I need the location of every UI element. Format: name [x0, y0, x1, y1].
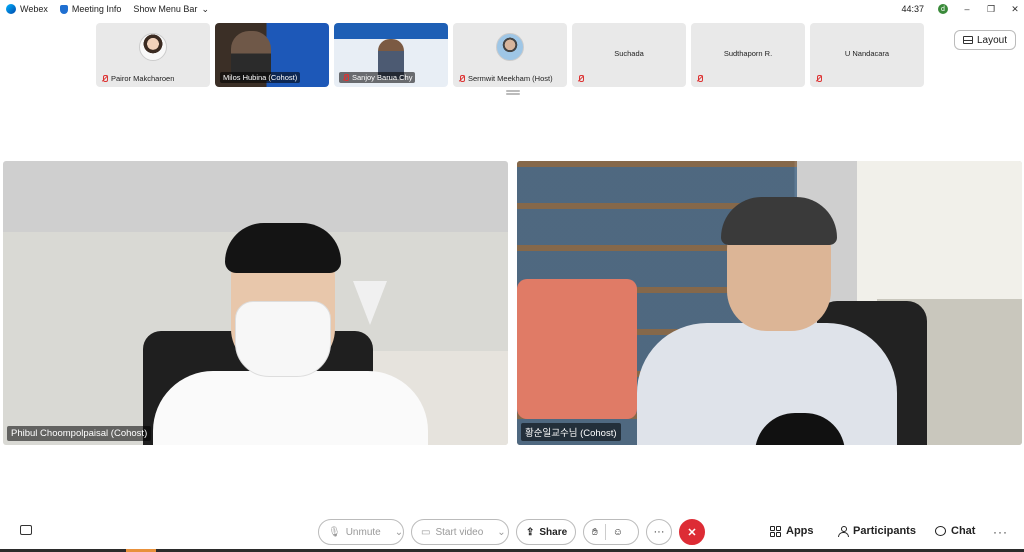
start-video-button[interactable]: ▭ Start video ⌄ — [411, 519, 509, 545]
restore-button[interactable]: ❐ — [986, 4, 996, 15]
chevron-down-icon[interactable]: ⌄ — [395, 527, 403, 538]
speaker-hair — [225, 223, 341, 273]
share-icon: ⇪ — [526, 526, 535, 538]
chat-icon — [935, 526, 946, 536]
captions-icon[interactable] — [20, 525, 32, 535]
mic-muted-icon — [577, 75, 584, 83]
start-video-label: Start video — [435, 526, 484, 538]
separator — [604, 524, 606, 540]
speaker-body — [153, 371, 428, 445]
microphone-icon: 🎙︎ — [328, 526, 341, 538]
main-video-right[interactable]: 황순일교수님 (Cohost) — [517, 161, 1022, 445]
participant-tile[interactable]: Sudthaporn R. — [691, 23, 805, 87]
participant-name: Sanjoy Barua Chy — [352, 73, 413, 82]
webex-logo-icon — [6, 4, 16, 14]
unmute-label: Unmute — [345, 526, 381, 538]
chat-button[interactable]: Chat — [935, 525, 975, 537]
title-bar: Webex Meeting Info Show Menu Bar ⌄ 44:37… — [0, 0, 1024, 18]
participant-name-row: Milos Hubina (Cohost) — [220, 72, 301, 83]
participant-name: U Nandacara — [844, 49, 890, 58]
background-window — [857, 161, 1022, 301]
apps-button[interactable]: Apps — [770, 525, 814, 537]
person-icon — [838, 525, 849, 537]
meeting-info-label: Meeting Info — [71, 4, 122, 14]
meeting-info-button[interactable]: Meeting Info — [59, 4, 122, 14]
participants-label: Participants — [853, 525, 916, 537]
minimize-button[interactable]: – — [962, 4, 972, 14]
webex-app-label[interactable]: Webex — [6, 4, 48, 14]
share-button[interactable]: ⇪ Share — [516, 519, 576, 545]
mic-muted-icon — [696, 75, 703, 83]
meeting-controls: 🎙︎ Unmute ⌄ ▭ Start video ⌄ ⇪ Share ✋︎ ☺… — [0, 516, 1024, 546]
overflow-menu-button[interactable]: ··· — [993, 525, 1008, 539]
participant-name: Suchada — [614, 49, 644, 58]
unmute-button[interactable]: 🎙︎ Unmute ⌄ — [318, 519, 404, 545]
layout-label: Layout — [976, 34, 1007, 46]
participant-avatar — [496, 33, 524, 61]
participant-name: Sermwit Meekham (Host) — [468, 74, 553, 83]
raise-hand-icon[interactable]: ✋︎ — [592, 527, 598, 538]
participant-name-row: Sanjoy Barua Chy — [339, 72, 416, 83]
meeting-timer: 44:37 — [901, 4, 924, 14]
layout-icon — [962, 36, 973, 44]
participant-tile[interactable]: Suchada — [572, 23, 686, 87]
mic-muted-icon — [101, 74, 108, 83]
shield-icon — [59, 4, 68, 14]
user-avatar[interactable]: d — [938, 4, 948, 14]
close-window-button[interactable]: ✕ — [1010, 4, 1020, 15]
more-options-button[interactable]: ··· — [646, 519, 672, 545]
video-name-label: Phibul Choompolpaisal (Cohost) — [7, 426, 152, 441]
participant-name-row — [577, 75, 584, 83]
mic-muted-icon — [342, 73, 349, 82]
face-mask — [235, 301, 331, 377]
emoji-icon[interactable]: ☺ — [613, 527, 623, 538]
video-name-label: 황순일교수님 (Cohost) — [521, 423, 621, 441]
speaker-hair — [721, 197, 837, 245]
participants-button[interactable]: Participants — [838, 525, 916, 537]
participant-name-row: Pairor Makcharoen — [101, 74, 174, 83]
end-meeting-button[interactable]: ✕ — [679, 519, 705, 545]
show-menu-bar-button[interactable]: Show Menu Bar ⌄ — [133, 4, 209, 15]
mic-muted-icon — [458, 74, 465, 83]
layout-button[interactable]: Layout — [953, 30, 1016, 50]
apps-label: Apps — [786, 525, 814, 537]
participant-tile[interactable]: Pairor Makcharoen — [96, 23, 210, 87]
app-name: Webex — [20, 4, 48, 14]
show-menu-bar-label: Show Menu Bar — [133, 4, 198, 14]
participant-tile[interactable]: U Nandacara — [810, 23, 924, 87]
camera-icon: ▭ — [421, 526, 431, 538]
participant-tile[interactable]: Milos Hubina (Cohost) — [215, 23, 329, 87]
red-chair — [517, 279, 637, 419]
participant-name: Sudthaporn R. — [723, 49, 773, 58]
participant-tile[interactable]: Sanjoy Barua Chy — [334, 23, 448, 87]
share-label: Share — [539, 526, 568, 538]
main-video-left[interactable]: Phibul Choompolpaisal (Cohost) — [3, 161, 508, 445]
participant-name: Pairor Makcharoen — [111, 74, 175, 83]
strip-resize-handle[interactable] — [506, 90, 520, 92]
chat-label: Chat — [951, 525, 976, 537]
participant-name-row — [696, 75, 703, 83]
chevron-down-icon[interactable]: ⌄ — [497, 527, 505, 538]
background-flag — [353, 281, 387, 325]
participant-name-row — [815, 75, 822, 83]
participant-name: Milos Hubina (Cohost) — [223, 73, 298, 82]
apps-icon — [770, 525, 781, 537]
participant-tile[interactable]: Sermwit Meekham (Host) — [453, 23, 567, 87]
participant-name-row: Sermwit Meekham (Host) — [458, 74, 553, 83]
participant-avatar — [139, 33, 167, 61]
reactions-group: ✋︎ ☺ — [583, 519, 639, 545]
participant-strip: Pairor Makcharoen Milos Hubina (Cohost) … — [96, 23, 924, 87]
chevron-down-icon: ⌄ — [201, 3, 209, 14]
mic-muted-icon — [815, 75, 822, 83]
